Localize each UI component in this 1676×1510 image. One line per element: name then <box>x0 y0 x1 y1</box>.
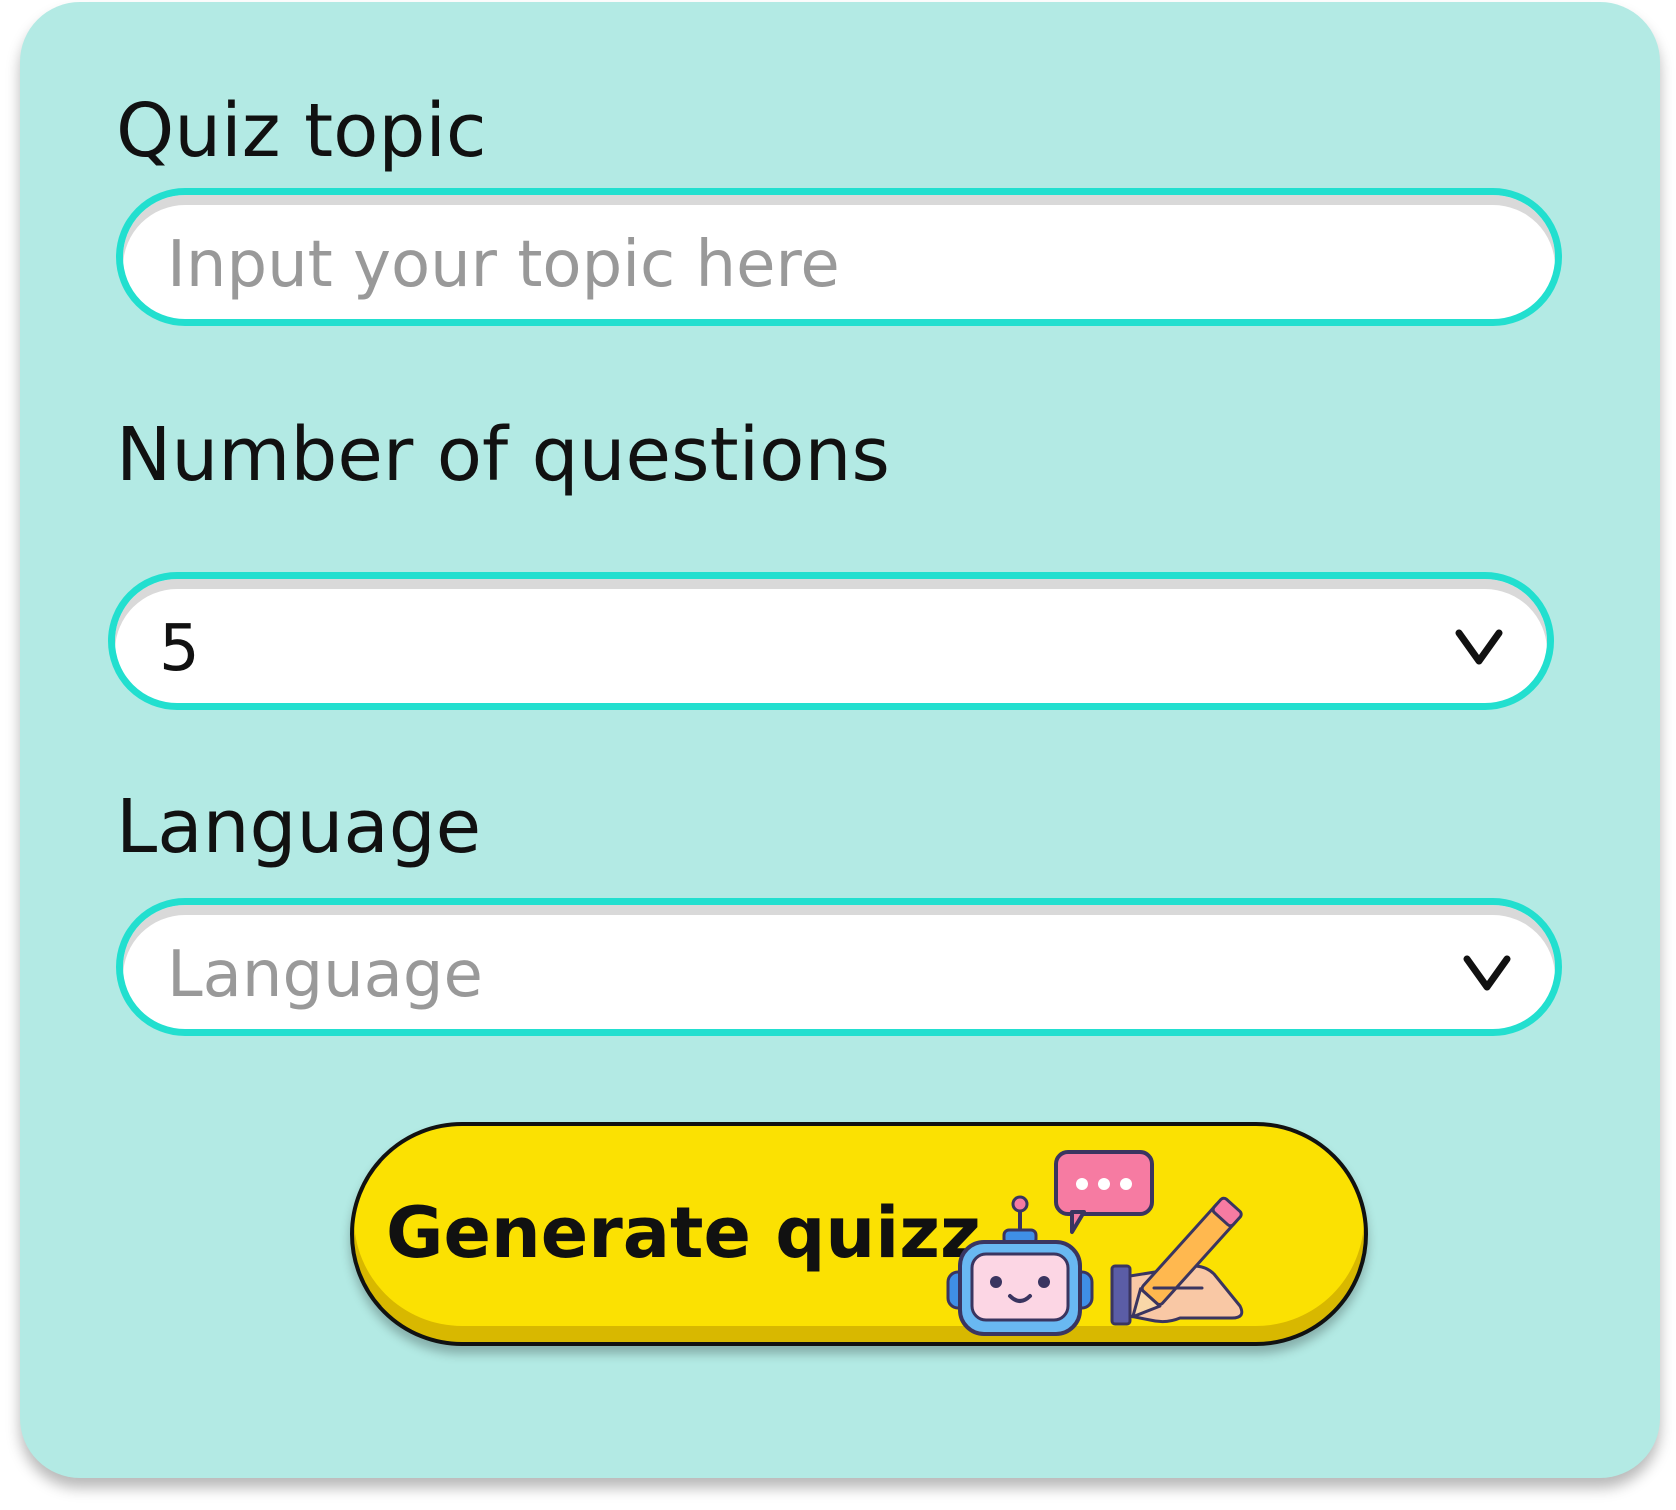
language-placeholder: Language <box>167 938 483 1012</box>
generate-quiz-button-label: Generate quizz <box>386 1192 981 1274</box>
quiz-topic-label: Quiz topic <box>116 88 487 174</box>
speech-bubble-icon <box>1054 1150 1154 1234</box>
number-of-questions-value: 5 <box>159 612 200 686</box>
quiz-topic-input[interactable]: Input your topic here <box>116 188 1562 326</box>
number-of-questions-label: Number of questions <box>116 412 890 498</box>
quiz-form-card: Quiz topic Input your topic here Number … <box>20 2 1660 1478</box>
chevron-down-icon <box>1463 955 1511 991</box>
generate-quiz-button[interactable]: Generate quizz <box>350 1122 1368 1346</box>
chevron-down-icon <box>1455 629 1503 665</box>
robot-writing-icon <box>946 1150 1244 1336</box>
quiz-topic-placeholder: Input your topic here <box>167 228 840 302</box>
language-label: Language <box>116 784 482 870</box>
number-of-questions-select[interactable]: 5 <box>108 572 1554 710</box>
language-select[interactable]: Language <box>116 898 1562 1036</box>
